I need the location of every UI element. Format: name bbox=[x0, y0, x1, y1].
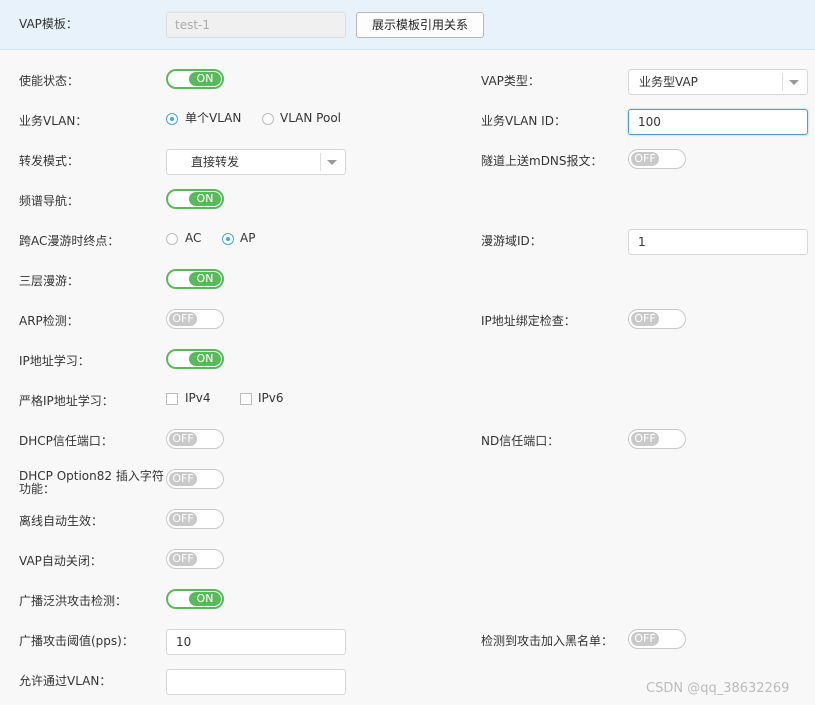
broadcast-threshold-label: 广播攻击阈值(pps)： bbox=[19, 634, 134, 648]
allowed-vlan-label: 允许通过VLAN： bbox=[19, 674, 112, 688]
toggle-state-text: OFF bbox=[169, 432, 197, 446]
ip-learning-toggle[interactable]: ON bbox=[166, 349, 224, 369]
forward-mode-value: 直接转发 bbox=[191, 155, 240, 169]
roam-domain-id-label: 漫游域ID： bbox=[481, 234, 542, 248]
vap-auto-close-label: VAP自动关闭： bbox=[19, 554, 102, 568]
vap-type-value: 业务型VAP bbox=[639, 75, 698, 89]
roam-domain-id-input[interactable]: 1 bbox=[628, 229, 808, 255]
ip-learning-label: IP地址学习： bbox=[19, 354, 90, 368]
radio-ap[interactable] bbox=[222, 233, 234, 245]
allowed-vlan-input[interactable] bbox=[166, 669, 346, 695]
select-separator bbox=[782, 73, 783, 91]
enable-state-toggle[interactable]: ON bbox=[166, 69, 224, 89]
toggle-state-text: OFF bbox=[631, 632, 659, 646]
ip-binding-check-toggle[interactable]: OFF bbox=[628, 309, 686, 329]
band-steering-toggle[interactable]: ON bbox=[166, 189, 224, 209]
checkbox-ipv4-label: IPv4 bbox=[185, 391, 211, 405]
toggle-state-text: OFF bbox=[631, 152, 659, 166]
toggle-state-text: ON bbox=[189, 272, 221, 286]
select-separator bbox=[320, 153, 321, 171]
service-vlan-label: 业务VLAN： bbox=[19, 114, 88, 128]
toggle-state-text: OFF bbox=[169, 552, 197, 566]
toggle-state-text: ON bbox=[189, 72, 221, 86]
service-vlan-id-label: 业务VLAN ID： bbox=[481, 114, 566, 128]
vap-template-label: VAP模板： bbox=[19, 17, 78, 31]
forward-mode-label: 转发模式： bbox=[19, 154, 80, 168]
offline-auto-effect-toggle[interactable]: OFF bbox=[166, 509, 224, 529]
dhcp-option82-toggle[interactable]: OFF bbox=[166, 469, 224, 489]
watermark: CSDN @qq_38632269 bbox=[646, 681, 790, 696]
vap-auto-close-toggle[interactable]: OFF bbox=[166, 549, 224, 569]
strict-ip-learning-label: 严格IP地址学习： bbox=[19, 394, 114, 408]
chevron-down-icon bbox=[327, 160, 337, 165]
arp-detect-toggle[interactable]: OFF bbox=[166, 309, 224, 329]
offline-auto-effect-label: 离线自动生效： bbox=[19, 514, 104, 528]
toggle-state-text: OFF bbox=[169, 472, 197, 486]
checkbox-ipv4[interactable] bbox=[166, 393, 178, 405]
vap-type-select[interactable]: 业务型VAP bbox=[628, 69, 808, 95]
chevron-down-icon bbox=[789, 80, 799, 85]
vap-template-input: test-1 bbox=[166, 12, 346, 38]
radio-single-vlan[interactable] bbox=[166, 113, 178, 125]
toggle-state-text: OFF bbox=[169, 312, 197, 326]
service-vlan-id-input[interactable]: 100 bbox=[628, 109, 808, 135]
toggle-state-text: OFF bbox=[631, 432, 659, 446]
broadcast-flood-detect-toggle[interactable]: ON bbox=[166, 589, 224, 609]
radio-vlan-pool-label: VLAN Pool bbox=[280, 111, 341, 125]
nd-trust-port-toggle[interactable]: OFF bbox=[628, 429, 686, 449]
toggle-state-text: OFF bbox=[169, 512, 197, 526]
dhcp-trust-port-toggle[interactable]: OFF bbox=[166, 429, 224, 449]
arp-detect-label: ARP检测： bbox=[19, 314, 79, 328]
l3-roam-label: 三层漫游： bbox=[19, 274, 80, 288]
toggle-state-text: ON bbox=[189, 592, 221, 606]
dhcp-trust-port-label: DHCP信任端口： bbox=[19, 434, 113, 448]
tunnel-mdns-label: 隧道上送mDNS报文： bbox=[481, 154, 603, 168]
attack-blacklist-toggle[interactable]: OFF bbox=[628, 629, 686, 649]
toggle-state-text: ON bbox=[189, 352, 221, 366]
radio-single-vlan-label: 单个VLAN bbox=[185, 111, 242, 125]
nd-trust-port-label: ND信任端口： bbox=[481, 434, 560, 448]
checkbox-ipv6[interactable] bbox=[240, 393, 252, 405]
cross-ac-roam-label: 跨AC漫游时终点： bbox=[19, 234, 120, 248]
show-reference-button[interactable]: 展示模板引用关系 bbox=[356, 12, 484, 38]
broadcast-flood-detect-label: 广播泛洪攻击检测： bbox=[19, 594, 128, 608]
ip-binding-check-label: IP地址绑定检查： bbox=[481, 314, 576, 328]
toggle-state-text: ON bbox=[189, 192, 221, 206]
dhcp-option82-label: DHCP Option82 插入字符功能： bbox=[19, 469, 164, 496]
radio-ap-label: AP bbox=[240, 231, 256, 245]
tunnel-mdns-toggle[interactable]: OFF bbox=[628, 149, 686, 169]
radio-ac[interactable] bbox=[166, 233, 178, 245]
l3-roam-toggle[interactable]: ON bbox=[166, 269, 224, 289]
broadcast-threshold-input[interactable]: 10 bbox=[166, 629, 346, 655]
forward-mode-select[interactable]: 直接转发 bbox=[166, 149, 346, 175]
checkbox-ipv6-label: IPv6 bbox=[258, 391, 284, 405]
band-steering-label: 频谱导航： bbox=[19, 194, 80, 208]
attack-blacklist-label: 检测到攻击加入黑名单： bbox=[481, 634, 614, 648]
vap-type-label: VAP类型： bbox=[481, 74, 540, 88]
toggle-state-text: OFF bbox=[631, 312, 659, 326]
radio-vlan-pool[interactable] bbox=[262, 113, 274, 125]
radio-ac-label: AC bbox=[185, 231, 202, 245]
enable-state-label: 使能状态： bbox=[19, 74, 80, 88]
